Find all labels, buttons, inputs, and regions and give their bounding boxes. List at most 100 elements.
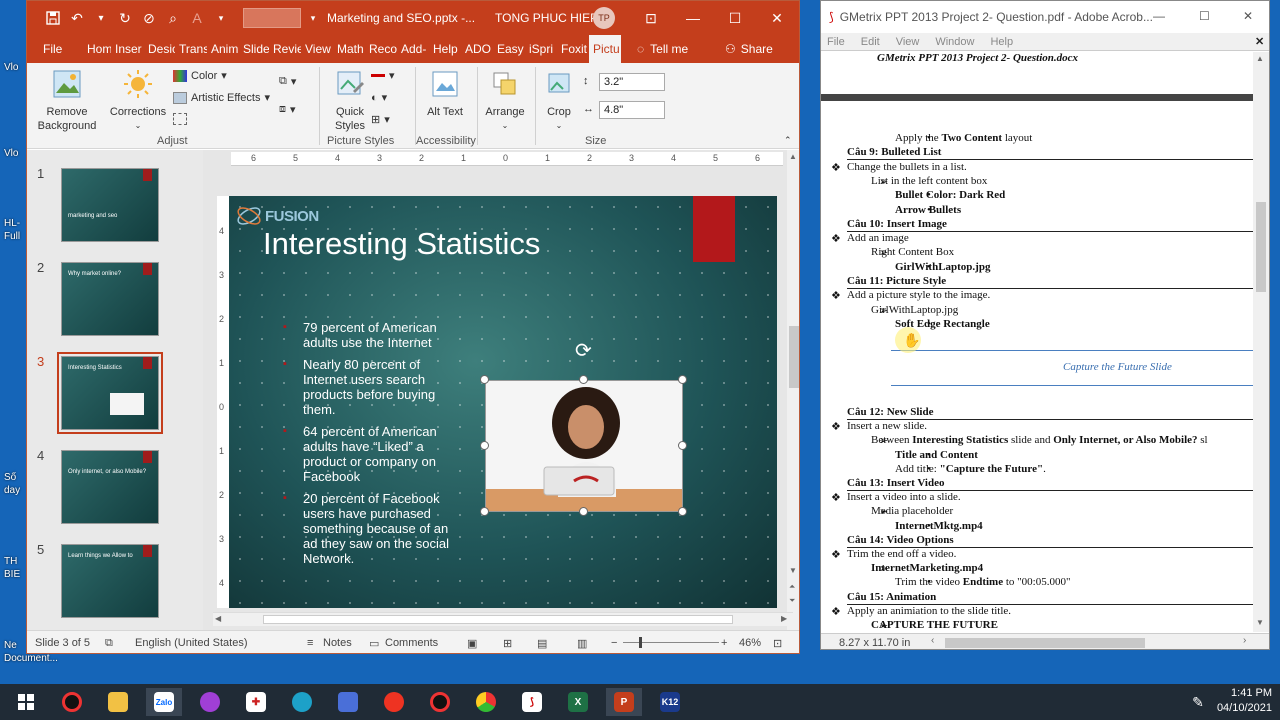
tab-addins[interactable]: Add-: [397, 35, 429, 63]
scrollbar-thumb[interactable]: [1256, 202, 1266, 292]
tab-view[interactable]: View: [301, 35, 333, 63]
undo-icon[interactable]: ↶: [65, 6, 89, 30]
print-preview-icon[interactable]: ⌕: [161, 6, 185, 30]
tab-easy[interactable]: Easy: [493, 35, 525, 63]
system-clock[interactable]: 1:41 PM 04/10/2021: [1217, 686, 1272, 716]
desktop-icon-label[interactable]: HL-: [4, 218, 20, 230]
close-document-icon[interactable]: ✕: [1255, 35, 1264, 48]
width-input[interactable]: 4.8": [599, 101, 665, 119]
scroll-down-icon[interactable]: ▼: [789, 566, 797, 575]
chrome-icon[interactable]: [468, 688, 504, 716]
tab-ispring[interactable]: iSpri: [525, 35, 557, 63]
comments-icon[interactable]: ▭: [369, 637, 379, 650]
collapse-ribbon-icon[interactable]: ⌃: [784, 135, 792, 146]
resize-handle[interactable]: [480, 507, 489, 516]
crop-button[interactable]: Crop ⌄: [541, 69, 577, 133]
slide-thumbnail[interactable]: Only internet, or also Mobile?: [61, 450, 159, 524]
account-name[interactable]: TONG PHUC HIEP: [495, 11, 598, 25]
desktop-icon-label[interactable]: Vlo: [4, 148, 18, 160]
customize-qa-icon[interactable]: ▾: [209, 6, 233, 30]
chat-icon[interactable]: [192, 688, 228, 716]
avatar[interactable]: TP: [593, 7, 615, 29]
format-painter-icon[interactable]: ⊘: [137, 6, 161, 30]
menu-view[interactable]: View: [896, 36, 920, 48]
pen-icon[interactable]: ✎: [1180, 688, 1216, 716]
undo-dropdown-icon[interactable]: ▾: [89, 6, 113, 30]
desktop-icon-label[interactable]: TH: [4, 556, 17, 568]
tab-home[interactable]: Hom: [83, 35, 111, 63]
scrollbar-thumb[interactable]: [789, 326, 799, 388]
ribbon-display-options-icon[interactable]: ⊡: [631, 5, 671, 31]
resize-handle[interactable]: [579, 507, 588, 516]
reading-view-icon[interactable]: ▤: [537, 637, 547, 650]
resize-handle[interactable]: [678, 375, 687, 384]
alt-text-button[interactable]: Alt Text: [423, 69, 467, 119]
edge-icon[interactable]: [284, 688, 320, 716]
tab-slideshow[interactable]: Slide: [239, 35, 269, 63]
tab-insert[interactable]: Inser: [111, 35, 144, 63]
slide-thumbnail[interactable]: Learn things we Allow to: [61, 544, 159, 618]
zoom-slider[interactable]: [623, 642, 719, 643]
slide-sorter-icon[interactable]: ⊞: [503, 637, 512, 650]
tab-help[interactable]: Help: [429, 35, 461, 63]
transparency-button[interactable]: [173, 113, 187, 125]
girl-with-laptop-picture[interactable]: [485, 380, 683, 512]
slide-thumbnail[interactable]: marketing and seo: [61, 168, 159, 242]
notes-button[interactable]: Notes: [323, 637, 352, 649]
pdf-page[interactable]: GMetrix PPT 2013 Project 2- Question.doc…: [821, 52, 1255, 632]
zoom-out-icon[interactable]: −: [611, 637, 617, 649]
remove-background-button[interactable]: Remove Background: [35, 69, 99, 133]
resize-handle[interactable]: [678, 507, 687, 516]
tab-animations[interactable]: Anim: [207, 35, 239, 63]
close-button[interactable]: ✕: [757, 5, 797, 31]
zalo-icon[interactable]: Zalo: [146, 688, 182, 716]
slide-canvas[interactable]: FUSION Interesting Statistics 79 percent…: [229, 196, 777, 608]
resize-handle[interactable]: [579, 375, 588, 384]
scroll-left-icon[interactable]: ‹: [931, 635, 934, 646]
floppy-icon[interactable]: [330, 688, 366, 716]
fit-to-window-icon[interactable]: ⊡: [773, 637, 782, 650]
language-indicator[interactable]: English (United States): [135, 637, 248, 649]
slideshow-icon[interactable]: ▥: [577, 637, 587, 650]
compress-pictures-button[interactable]: ⧉ ▾: [279, 75, 296, 88]
quick-styles-button[interactable]: Quick Styles: [327, 69, 373, 133]
maximize-button[interactable]: ☐: [1199, 9, 1210, 23]
height-input[interactable]: 3.2": [599, 73, 665, 91]
scroll-right-icon[interactable]: ›: [1243, 635, 1246, 646]
picture-effects-button[interactable]: ◐ ▾: [371, 91, 387, 105]
start-icon[interactable]: [8, 688, 44, 716]
spellcheck-icon[interactable]: ⧉: [105, 637, 113, 650]
desktop-icon-label[interactable]: BIE: [4, 569, 20, 581]
desktop-icon-label[interactable]: day: [4, 485, 20, 497]
notes-icon[interactable]: ≡: [307, 637, 313, 649]
tab-transitions[interactable]: Trans: [175, 35, 207, 63]
close-button[interactable]: ✕: [1243, 9, 1253, 23]
normal-view-icon[interactable]: ▣: [467, 637, 477, 650]
tab-design[interactable]: Desic: [144, 35, 175, 63]
slide-thumbnail-selected[interactable]: Interesting Statistics: [57, 352, 163, 434]
scroll-up-icon[interactable]: ▲: [789, 152, 797, 161]
tab-picture-format[interactable]: Pictu: [589, 35, 621, 63]
font-size-box[interactable]: [243, 8, 301, 28]
maximize-button[interactable]: ☐: [715, 5, 755, 31]
desktop-icon-label[interactable]: Vlo: [4, 62, 18, 74]
scroll-down-icon[interactable]: ▼: [1256, 618, 1264, 627]
tab-math[interactable]: Math: [333, 35, 365, 63]
font-color-icon[interactable]: A: [185, 6, 209, 30]
scrollbar-thumb[interactable]: [945, 638, 1145, 648]
obs-icon[interactable]: [422, 688, 458, 716]
vertical-scrollbar[interactable]: ▲ ▼ ⏶ ⏷: [787, 150, 799, 630]
tab-record[interactable]: Reco: [365, 35, 397, 63]
arrange-button[interactable]: Arrange ⌄: [483, 69, 527, 133]
tab-foxit[interactable]: Foxit: [557, 35, 589, 63]
scroll-up-icon[interactable]: ▲: [1256, 54, 1264, 63]
desktop-icon-label[interactable]: Số: [4, 472, 16, 484]
tab-file[interactable]: File: [39, 35, 83, 63]
record-icon[interactable]: [54, 688, 90, 716]
tab-adobe[interactable]: ADO: [461, 35, 493, 63]
corrections-button[interactable]: Corrections ⌄: [107, 69, 169, 133]
save-icon[interactable]: [41, 6, 65, 30]
powerpoint-icon[interactable]: P: [606, 688, 642, 716]
zoom-in-icon[interactable]: +: [721, 637, 727, 649]
zoom-level[interactable]: 46%: [739, 637, 761, 649]
